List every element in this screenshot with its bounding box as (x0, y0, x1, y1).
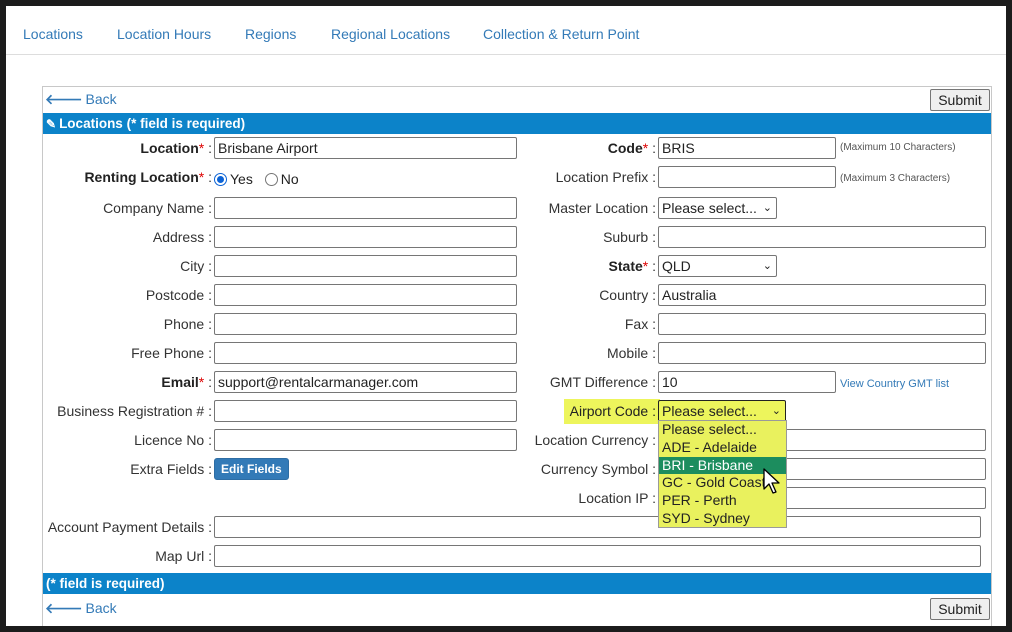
airport-option[interactable]: Please select... (659, 421, 786, 439)
address-input[interactable] (214, 226, 517, 248)
chevron-down-icon: ⌄ (771, 405, 781, 417)
mouse-pointer-icon (763, 468, 780, 494)
company-name-label: Company Name : (103, 200, 212, 216)
address-label: Address : (152, 229, 212, 245)
location-prefix-input[interactable] (658, 166, 836, 188)
edit-fields-button[interactable]: Edit Fields (214, 458, 289, 480)
renting-location-label: Renting Location* : (84, 169, 212, 185)
licence-no-label: Licence No : (134, 432, 212, 448)
location-form-panel: 🡐 Back Submit ✎ Locations (* field is requ… (42, 86, 992, 626)
nav-locations[interactable]: Locations (23, 26, 83, 42)
nav-regions[interactable]: Regions (245, 26, 296, 42)
mobile-input[interactable] (658, 342, 986, 364)
form-footer-title: (* field is required) (46, 576, 165, 591)
renting-yes-radio[interactable] (214, 173, 227, 186)
nav-collection-return-point[interactable]: Collection & Return Point (483, 26, 639, 42)
renting-no-label: No (280, 171, 299, 187)
state-value: QLD (662, 258, 691, 274)
postcode-label: Postcode : (145, 287, 212, 303)
business-registration-label: Business Registration # : (57, 403, 212, 419)
licence-no-input[interactable] (214, 429, 517, 451)
map-url-input[interactable] (214, 545, 981, 567)
phone-label: Phone : (163, 316, 212, 332)
mobile-label: Mobile : (606, 345, 656, 361)
gmt-difference-label: GMT Difference : (549, 374, 656, 390)
master-location-label: Master Location : (548, 200, 656, 216)
nav-location-hours[interactable]: Location Hours (117, 26, 211, 42)
email-label: Email* : (161, 374, 212, 390)
business-registration-input[interactable] (214, 400, 517, 422)
master-location-select[interactable]: Please select... ⌄ (658, 197, 777, 219)
location-ip-label: Location IP : (578, 490, 656, 506)
nav-regional-locations[interactable]: Regional Locations (331, 26, 450, 42)
pencil-icon: ✎ (46, 117, 57, 131)
free-phone-label: Free Phone : (131, 345, 212, 361)
email-input[interactable] (214, 371, 517, 393)
airport-code-value: Please select... (662, 403, 757, 419)
back-link-top[interactable]: 🡐 Back (45, 91, 117, 108)
prefix-hint: (Maximum 3 Characters) (840, 173, 951, 184)
account-payment-label: Account Payment Details : (47, 519, 212, 535)
back-link-bottom[interactable]: 🡐 Back (45, 600, 117, 617)
renting-no-radio[interactable] (264, 173, 278, 186)
airport-option[interactable]: SYD - Sydney (659, 510, 786, 527)
chevron-down-icon: ⌄ (762, 202, 772, 214)
app-window: Locations Location Hours Regions Regiona… (6, 6, 1006, 626)
airport-code-select[interactable]: Please select... ⌄ (658, 400, 786, 422)
submit-button-bottom[interactable]: Submit (930, 598, 990, 620)
top-navigation: Locations Location Hours Regions Regiona… (6, 6, 1006, 55)
free-phone-input[interactable] (214, 342, 517, 364)
chevron-down-icon: ⌄ (762, 260, 772, 272)
country-label: Country : (599, 287, 656, 303)
code-input[interactable] (658, 137, 836, 159)
postcode-input[interactable] (214, 284, 517, 306)
arrow-left-icon: 🡐 (45, 600, 83, 616)
renting-location-radios: Yes No (214, 168, 299, 190)
extra-fields-label: Extra Fields : (130, 461, 212, 477)
state-select[interactable]: QLD ⌄ (658, 255, 777, 277)
city-label: City : (180, 258, 212, 274)
location-prefix-label: Location Prefix : (555, 169, 656, 185)
gmt-list-link[interactable]: View Country GMT list (840, 373, 949, 395)
suburb-label: Suburb : (603, 229, 656, 245)
country-input[interactable] (658, 284, 986, 306)
location-label: Location* : (140, 140, 212, 156)
gmt-difference-input[interactable] (658, 371, 836, 393)
form-header-bar: ✎ Locations (* field is required) (43, 113, 991, 134)
company-name-input[interactable] (214, 197, 517, 219)
fax-label: Fax : (624, 316, 656, 332)
currency-symbol-label: Currency Symbol : (540, 461, 656, 477)
form-header-title: Locations (* field is required) (59, 116, 246, 131)
code-label: Code* : (607, 140, 656, 156)
suburb-input[interactable] (658, 226, 986, 248)
map-url-label: Map Url : (155, 548, 212, 564)
state-label: State* : (608, 258, 656, 274)
location-input[interactable] (214, 137, 517, 159)
location-currency-label: Location Currency : (534, 432, 656, 448)
master-location-value: Please select... (662, 200, 757, 216)
account-payment-input[interactable] (214, 516, 981, 538)
airport-option[interactable]: ADE - Adelaide (659, 439, 786, 457)
back-label: Back (85, 91, 117, 107)
phone-input[interactable] (214, 313, 517, 335)
arrow-left-icon: 🡐 (45, 91, 83, 107)
fax-input[interactable] (658, 313, 986, 335)
code-hint: (Maximum 10 Characters) (840, 142, 956, 153)
city-input[interactable] (214, 255, 517, 277)
submit-button-top[interactable]: Submit (930, 89, 990, 111)
airport-code-label: Airport Code : (569, 403, 656, 419)
form-footer-bar: (* field is required) (43, 573, 991, 594)
renting-yes-label: Yes (230, 171, 253, 187)
back-label: Back (85, 600, 117, 616)
